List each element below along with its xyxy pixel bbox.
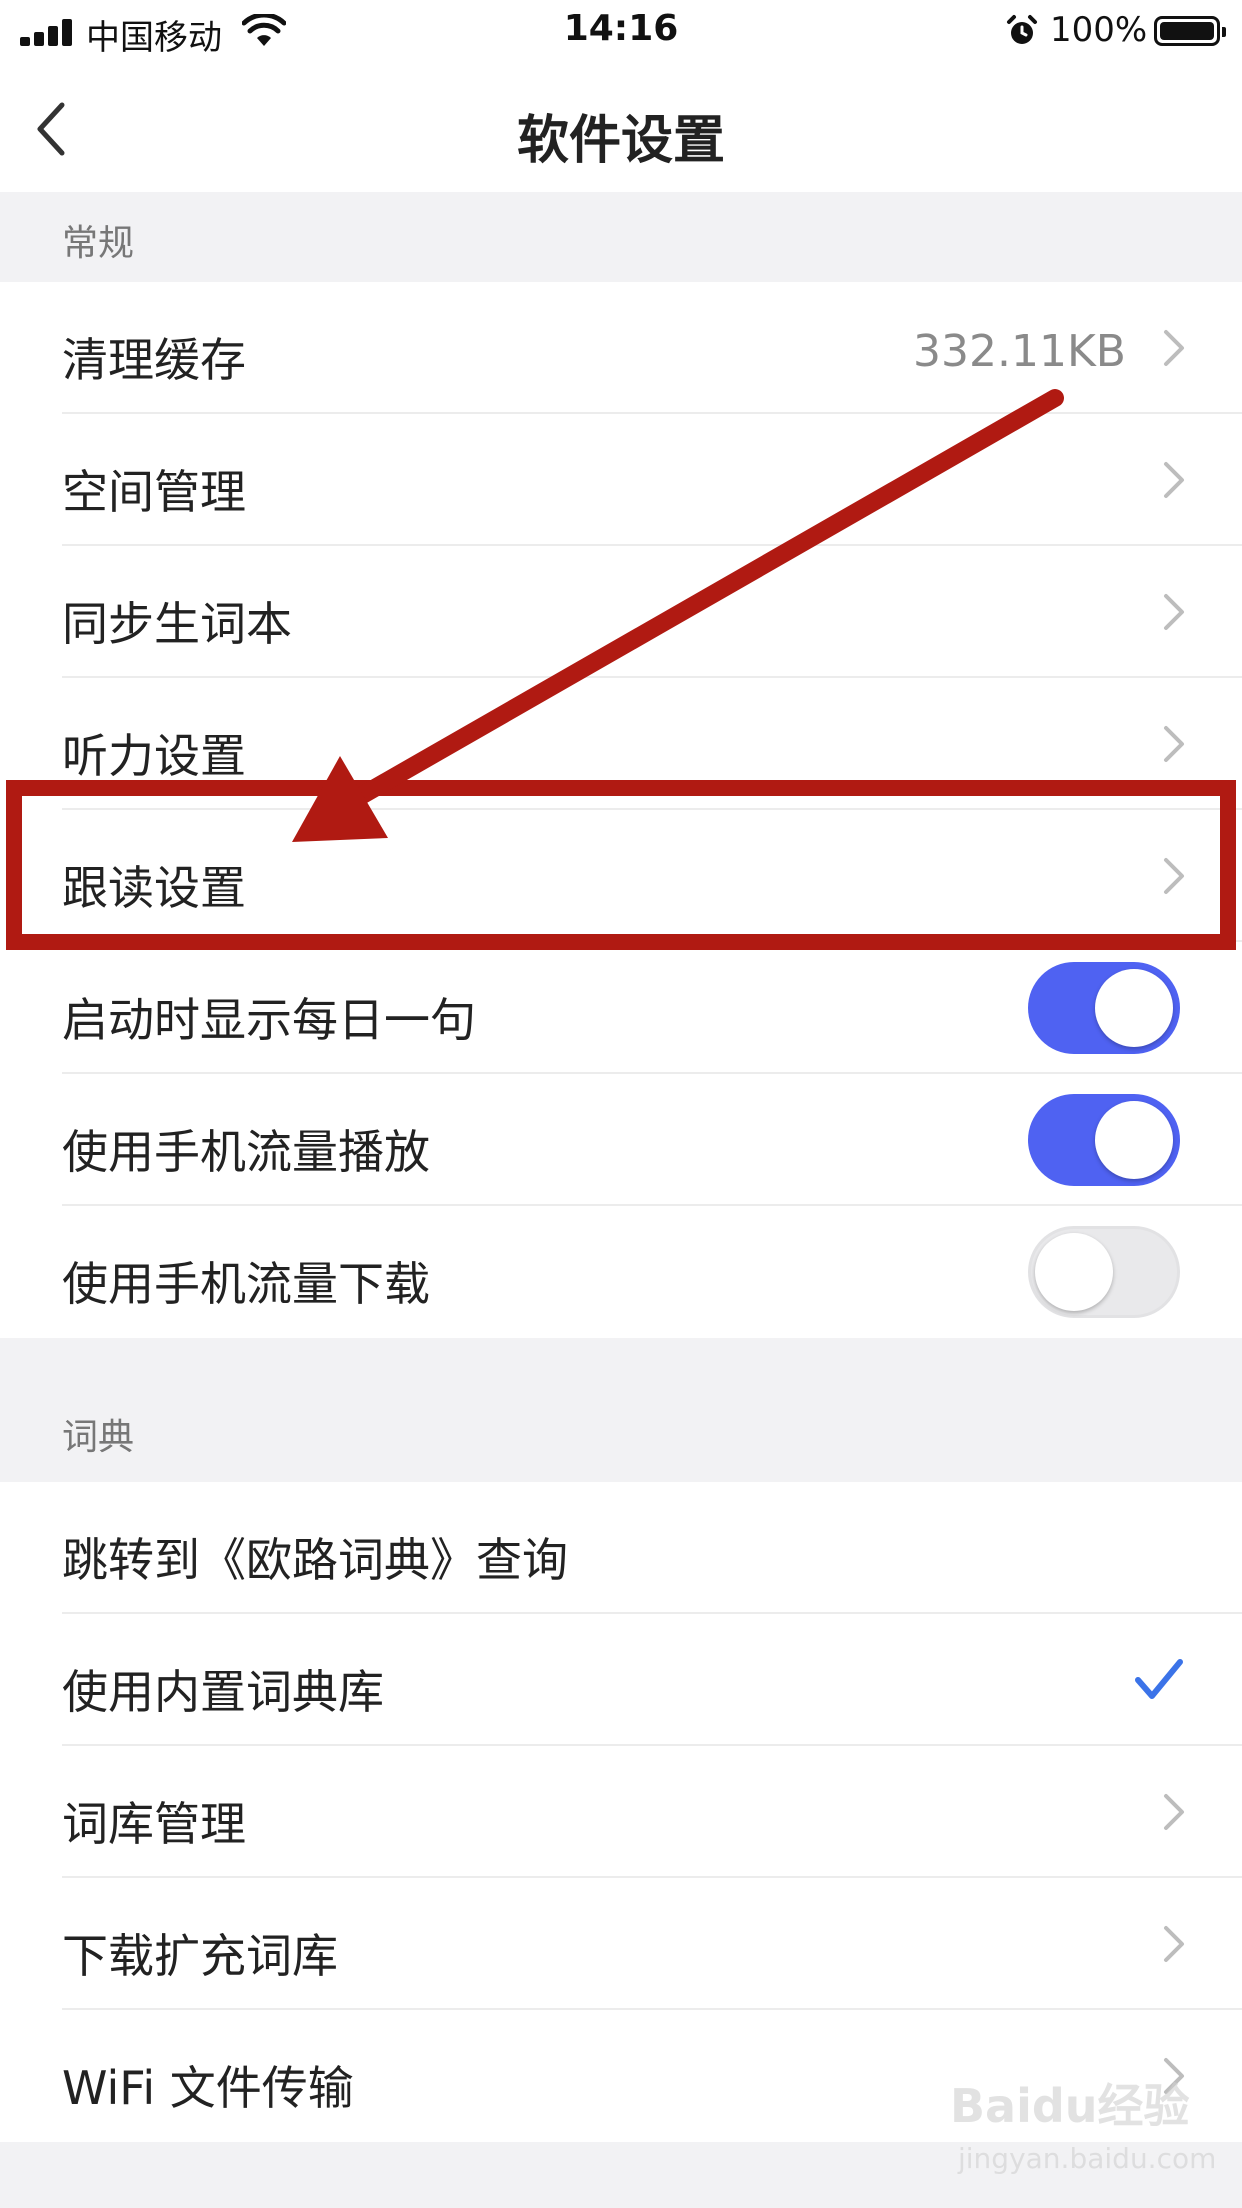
watermark-text: Baidu经验 [950, 2079, 1190, 2133]
watermark-subtext: jingyan.baidu.com [958, 2142, 1217, 2175]
annotation-arrow-icon [292, 389, 1064, 842]
baidu-watermark: Baidu经验 jingyan.baidu.com [950, 2070, 1216, 2190]
